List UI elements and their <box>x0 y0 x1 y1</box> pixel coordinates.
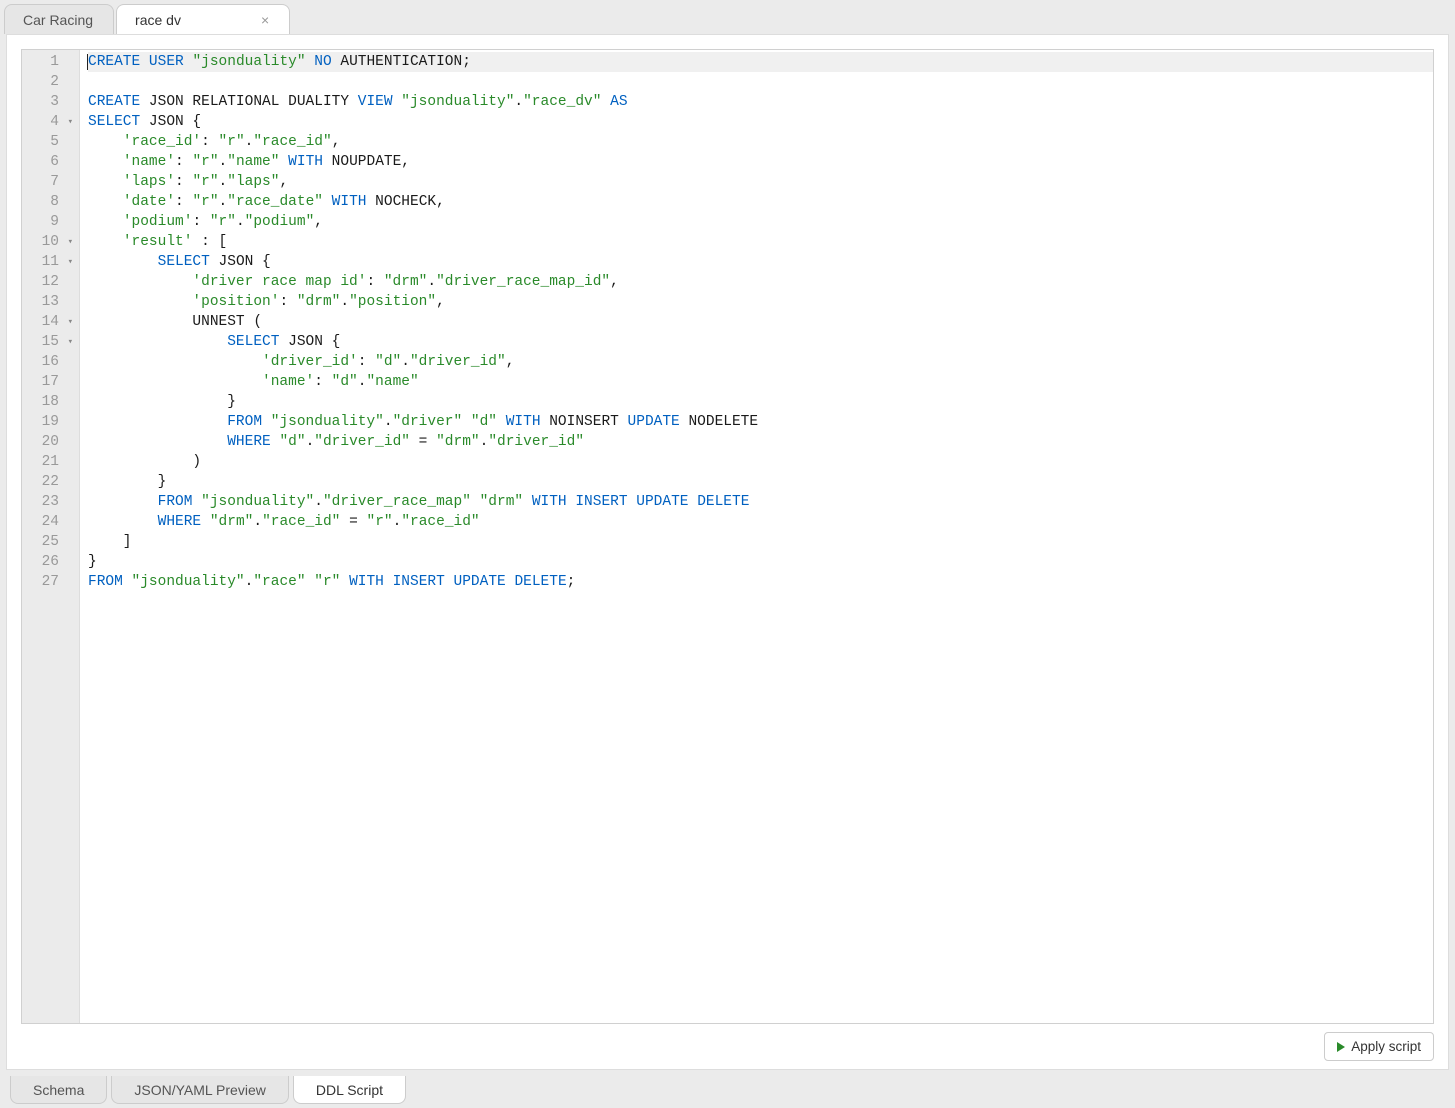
code-line[interactable]: 'podium': "r"."podium", <box>88 212 1433 232</box>
code-area[interactable]: CREATE USER "jsonduality" NO AUTHENTICAT… <box>80 50 1433 1023</box>
line-number[interactable]: 22 <box>22 472 71 492</box>
line-number[interactable]: 5 <box>22 132 71 152</box>
code-line[interactable]: CREATE USER "jsonduality" NO AUTHENTICAT… <box>88 52 1433 72</box>
code-line[interactable] <box>88 72 1433 92</box>
line-number[interactable]: 26 <box>22 552 71 572</box>
code-line[interactable]: UNNEST ( <box>88 312 1433 332</box>
line-number[interactable]: 1 <box>22 52 71 72</box>
code-line[interactable]: } <box>88 392 1433 412</box>
line-number[interactable]: 25 <box>22 532 71 552</box>
code-line[interactable]: 'position': "drm"."position", <box>88 292 1433 312</box>
code-line[interactable]: ] <box>88 532 1433 552</box>
play-icon <box>1337 1042 1345 1052</box>
line-number[interactable]: 13 <box>22 292 71 312</box>
top-tabs: Car Racing race dv × <box>0 0 1455 34</box>
code-line[interactable]: 'race_id': "r"."race_id", <box>88 132 1433 152</box>
line-number[interactable]: 27 <box>22 572 71 592</box>
line-number[interactable]: 12 <box>22 272 71 292</box>
code-line[interactable]: CREATE JSON RELATIONAL DUALITY VIEW "jso… <box>88 92 1433 112</box>
code-line[interactable]: 'driver_id': "d"."driver_id", <box>88 352 1433 372</box>
code-line[interactable]: FROM "jsonduality"."race" "r" WITH INSER… <box>88 572 1433 592</box>
code-editor[interactable]: 1234567891011121314151617181920212223242… <box>21 49 1434 1024</box>
code-line[interactable]: 'name': "r"."name" WITH NOUPDATE, <box>88 152 1433 172</box>
code-line[interactable]: 'name': "d"."name" <box>88 372 1433 392</box>
line-number[interactable]: 7 <box>22 172 71 192</box>
line-number[interactable]: 10 <box>22 232 71 252</box>
editor-panel: 1234567891011121314151617181920212223242… <box>6 34 1449 1070</box>
code-line[interactable]: 'date': "r"."race_date" WITH NOCHECK, <box>88 192 1433 212</box>
line-number[interactable]: 16 <box>22 352 71 372</box>
code-line[interactable]: FROM "jsonduality"."driver_race_map" "dr… <box>88 492 1433 512</box>
code-line[interactable]: SELECT JSON { <box>88 112 1433 132</box>
tab-label: race dv <box>135 12 181 28</box>
code-line[interactable]: WHERE "drm"."race_id" = "r"."race_id" <box>88 512 1433 532</box>
top-tab-race-dv[interactable]: race dv × <box>116 4 290 34</box>
apply-script-label: Apply script <box>1351 1039 1421 1054</box>
line-number[interactable]: 24 <box>22 512 71 532</box>
code-line[interactable]: } <box>88 552 1433 572</box>
line-number[interactable]: 15 <box>22 332 71 352</box>
line-number[interactable]: 2 <box>22 72 71 92</box>
code-line[interactable]: 'laps': "r"."laps", <box>88 172 1433 192</box>
top-tab-car-racing[interactable]: Car Racing <box>4 4 114 34</box>
line-number[interactable]: 8 <box>22 192 71 212</box>
line-number[interactable]: 9 <box>22 212 71 232</box>
bottom-tab-schema[interactable]: Schema <box>10 1076 107 1104</box>
line-number[interactable]: 3 <box>22 92 71 112</box>
line-gutter: 1234567891011121314151617181920212223242… <box>22 50 80 1023</box>
line-number[interactable]: 18 <box>22 392 71 412</box>
code-line[interactable]: } <box>88 472 1433 492</box>
tab-label: Car Racing <box>23 12 93 28</box>
code-line[interactable]: 'driver race map id': "drm"."driver_race… <box>88 272 1433 292</box>
line-number[interactable]: 17 <box>22 372 71 392</box>
line-number[interactable]: 21 <box>22 452 71 472</box>
line-number[interactable]: 6 <box>22 152 71 172</box>
bottom-tab-json-yaml-preview[interactable]: JSON/YAML Preview <box>111 1076 288 1104</box>
code-line[interactable]: 'result' : [ <box>88 232 1433 252</box>
code-line[interactable]: SELECT JSON { <box>88 252 1433 272</box>
line-number[interactable]: 11 <box>22 252 71 272</box>
close-icon[interactable]: × <box>261 12 269 28</box>
apply-script-button[interactable]: Apply script <box>1324 1032 1434 1061</box>
code-line[interactable]: FROM "jsonduality"."driver" "d" WITH NOI… <box>88 412 1433 432</box>
code-line[interactable]: WHERE "d"."driver_id" = "drm"."driver_id… <box>88 432 1433 452</box>
app-root: Car Racingrace dv× 123456789101112131415… <box>0 0 1455 1108</box>
line-number[interactable]: 23 <box>22 492 71 512</box>
bottom-tab-ddl-script[interactable]: DDL Script <box>293 1076 406 1104</box>
line-number[interactable]: 19 <box>22 412 71 432</box>
code-line[interactable]: ) <box>88 452 1433 472</box>
line-number[interactable]: 20 <box>22 432 71 452</box>
code-line[interactable]: SELECT JSON { <box>88 332 1433 352</box>
line-number[interactable]: 14 <box>22 312 71 332</box>
editor-footer: Apply script <box>21 1024 1434 1061</box>
bottom-tabs: SchemaJSON/YAML PreviewDDL Script <box>0 1076 1455 1108</box>
line-number[interactable]: 4 <box>22 112 71 132</box>
